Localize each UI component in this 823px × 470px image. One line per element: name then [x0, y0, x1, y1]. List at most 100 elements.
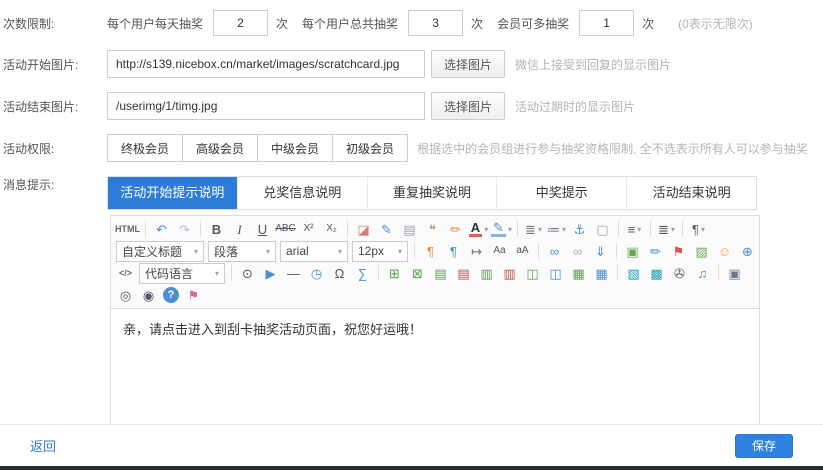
insert-image-icon[interactable]: ▣ — [622, 241, 643, 261]
video-icon[interactable]: ▶ — [260, 263, 281, 283]
ltr-paragraph-icon[interactable]: ¶ — [420, 241, 441, 261]
font-size-select[interactable]: 12px▾ — [352, 241, 408, 262]
undo-icon[interactable]: ↶ — [151, 219, 172, 239]
bold-icon[interactable]: B — [206, 219, 227, 239]
merge-cells-icon[interactable]: ◫ — [522, 263, 543, 283]
word-image-icon[interactable]: ▧ — [623, 263, 644, 283]
auto-typeset-icon[interactable]: Aa — [489, 241, 510, 261]
ordered-list-icon[interactable]: ≣▾ — [523, 219, 544, 239]
permission-row: 活动权限: 终极会员 高级会员 中级会员 初级会员 根据选中的会员组进行参与抽奖… — [3, 134, 823, 162]
split-cells-icon[interactable]: ◫ — [545, 263, 566, 283]
insert-col-icon[interactable]: ▥ — [476, 263, 497, 283]
end-image-url-input[interactable] — [107, 92, 425, 120]
underline-icon[interactable]: U — [252, 219, 273, 239]
editor-toolbar: HTML↶↷BIUABCX²X₂◪✎▤❝✏A▾✎▾≣▾≔▾⚓▢≡▾≣▾¶▾ 自定… — [111, 216, 759, 309]
delete-row-icon[interactable]: ▤ — [453, 263, 474, 283]
insert-code-icon[interactable]: </> — [115, 263, 136, 283]
help-icon[interactable]: ? — [163, 287, 179, 303]
italic-icon[interactable]: I — [229, 219, 250, 239]
member-ultimate-button[interactable]: 终极会员 — [107, 134, 183, 162]
image-gallery-icon[interactable]: ▩ — [646, 263, 667, 283]
rtl-paragraph-icon[interactable]: ¶ — [443, 241, 464, 261]
back-color-icon[interactable]: ✎▾ — [491, 219, 512, 239]
daily-draw-count-input[interactable] — [213, 10, 268, 36]
font-family-select[interactable]: arial▾ — [280, 241, 348, 262]
font-color-icon[interactable]: A▾ — [468, 219, 489, 239]
member-middle-button[interactable]: 中级会员 — [257, 134, 333, 162]
start-image-hint: 微信上接受到回复的显示图片 — [515, 56, 671, 73]
download-icon[interactable]: ⇓ — [590, 241, 611, 261]
emotion-icon[interactable]: ☺ — [714, 241, 735, 261]
strikethrough-icon[interactable]: ABC — [275, 219, 296, 239]
choose-start-image-button[interactable]: 选择图片 — [431, 50, 505, 78]
tab-redeem-info[interactable]: 兑奖信息说明 — [238, 177, 368, 209]
unlink-icon[interactable]: ∞ — [567, 241, 588, 261]
format-painter-icon[interactable]: ✎ — [376, 219, 397, 239]
remove-format-icon[interactable]: ◪ — [353, 219, 374, 239]
redo-icon[interactable]: ↷ — [174, 219, 195, 239]
background-icon[interactable]: ▨ — [691, 241, 712, 261]
tab-activity-start-tip[interactable]: 活动开始提示说明 — [108, 177, 238, 209]
superscript-icon[interactable]: X² — [298, 219, 319, 239]
letter-case-icon[interactable]: aA — [512, 241, 533, 261]
table-sort-icon[interactable]: ▦ — [591, 263, 612, 283]
anchor-icon[interactable]: ⚓ — [569, 219, 590, 239]
toolbar-separator — [618, 221, 619, 237]
find-replace-icon[interactable]: ◉ — [138, 285, 159, 305]
delete-col-icon[interactable]: ▥ — [499, 263, 520, 283]
html-source-icon[interactable]: HTML — [115, 219, 140, 239]
justify-icon[interactable]: ≡▾ — [624, 219, 645, 239]
snapscreen-icon[interactable]: ⊙ — [237, 263, 258, 283]
subscript-icon[interactable]: X₂ — [321, 219, 342, 239]
custom-title-select[interactable]: 自定义标题▾ — [116, 241, 204, 262]
count-limit-label: 次数限制: — [3, 15, 107, 32]
toolbar-separator — [538, 243, 539, 259]
tab-win-tip[interactable]: 中奖提示 — [497, 177, 627, 209]
start-image-url-input[interactable] — [107, 50, 425, 78]
paragraph-spacing-icon[interactable]: ¶▾ — [688, 219, 709, 239]
toolbar-separator — [650, 221, 651, 237]
code-language-select[interactable]: 代码语言▾ — [139, 263, 225, 284]
toolbar-separator — [200, 221, 201, 237]
tab-activity-end[interactable]: 活动结束说明 — [627, 177, 756, 209]
highlight-icon[interactable]: ✏ — [445, 219, 466, 239]
formula-icon[interactable]: ∑ — [352, 263, 373, 283]
member-senior-button[interactable]: 高级会员 — [182, 134, 258, 162]
total-draw-count-input[interactable] — [408, 10, 463, 36]
clear-doc-icon[interactable]: ▤ — [399, 219, 420, 239]
new-page-icon[interactable]: ▢ — [592, 219, 613, 239]
toolbar-separator — [682, 221, 683, 237]
special-char-icon[interactable]: Ω — [329, 263, 350, 283]
editor-toolbar-row-4: ◎◉?⚑ — [114, 284, 756, 306]
scrawl-icon[interactable]: ✏ — [645, 241, 666, 261]
tab-repeat-draw[interactable]: 重复抽奖说明 — [368, 177, 498, 209]
music-icon[interactable]: ♫ — [692, 263, 713, 283]
search-icon[interactable]: ◎ — [115, 285, 136, 305]
paragraph-select[interactable]: 段落▾ — [208, 241, 276, 262]
link-icon[interactable]: ∞ — [544, 241, 565, 261]
insert-row-icon[interactable]: ▤ — [430, 263, 451, 283]
date-time-icon[interactable]: ◷ — [306, 263, 327, 283]
paragraph-select-label: 段落 — [214, 243, 238, 260]
unordered-list-icon[interactable]: ≔▾ — [546, 219, 567, 239]
table-header-icon[interactable]: ▦ — [568, 263, 589, 283]
print-icon[interactable]: ▣ — [724, 263, 745, 283]
member-junior-button[interactable]: 初级会员 — [332, 134, 408, 162]
preview-icon[interactable]: ⚑ — [183, 285, 204, 305]
flag-icon[interactable]: ⚑ — [668, 241, 689, 261]
member-extra-draw-count-input[interactable] — [579, 10, 634, 36]
back-link[interactable]: 返回 — [30, 436, 56, 455]
editor-toolbar-row-1: HTML↶↷BIUABCX²X₂◪✎▤❝✏A▾✎▾≣▾≔▾⚓▢≡▾≣▾¶▾ — [114, 218, 756, 240]
map-icon[interactable]: ⊕ — [737, 241, 756, 261]
horizontal-rule-icon[interactable]: — — [283, 263, 304, 283]
insert-table-icon[interactable]: ⊞ — [384, 263, 405, 283]
delete-table-icon[interactable]: ⊠ — [407, 263, 428, 283]
chevron-down-icon: ▾ — [338, 247, 342, 256]
line-height-icon[interactable]: ≣▾ — [656, 219, 677, 239]
blockquote-icon[interactable]: ❝ — [422, 219, 443, 239]
editor-content-area[interactable]: 亲，请点击进入到刮卡抽奖活动页面，祝您好运哦！ — [111, 309, 759, 429]
indent-icon[interactable]: ↦ — [466, 241, 487, 261]
choose-end-image-button[interactable]: 选择图片 — [431, 92, 505, 120]
save-button[interactable]: 保存 — [735, 434, 793, 458]
attachment-icon[interactable]: ✇ — [669, 263, 690, 283]
